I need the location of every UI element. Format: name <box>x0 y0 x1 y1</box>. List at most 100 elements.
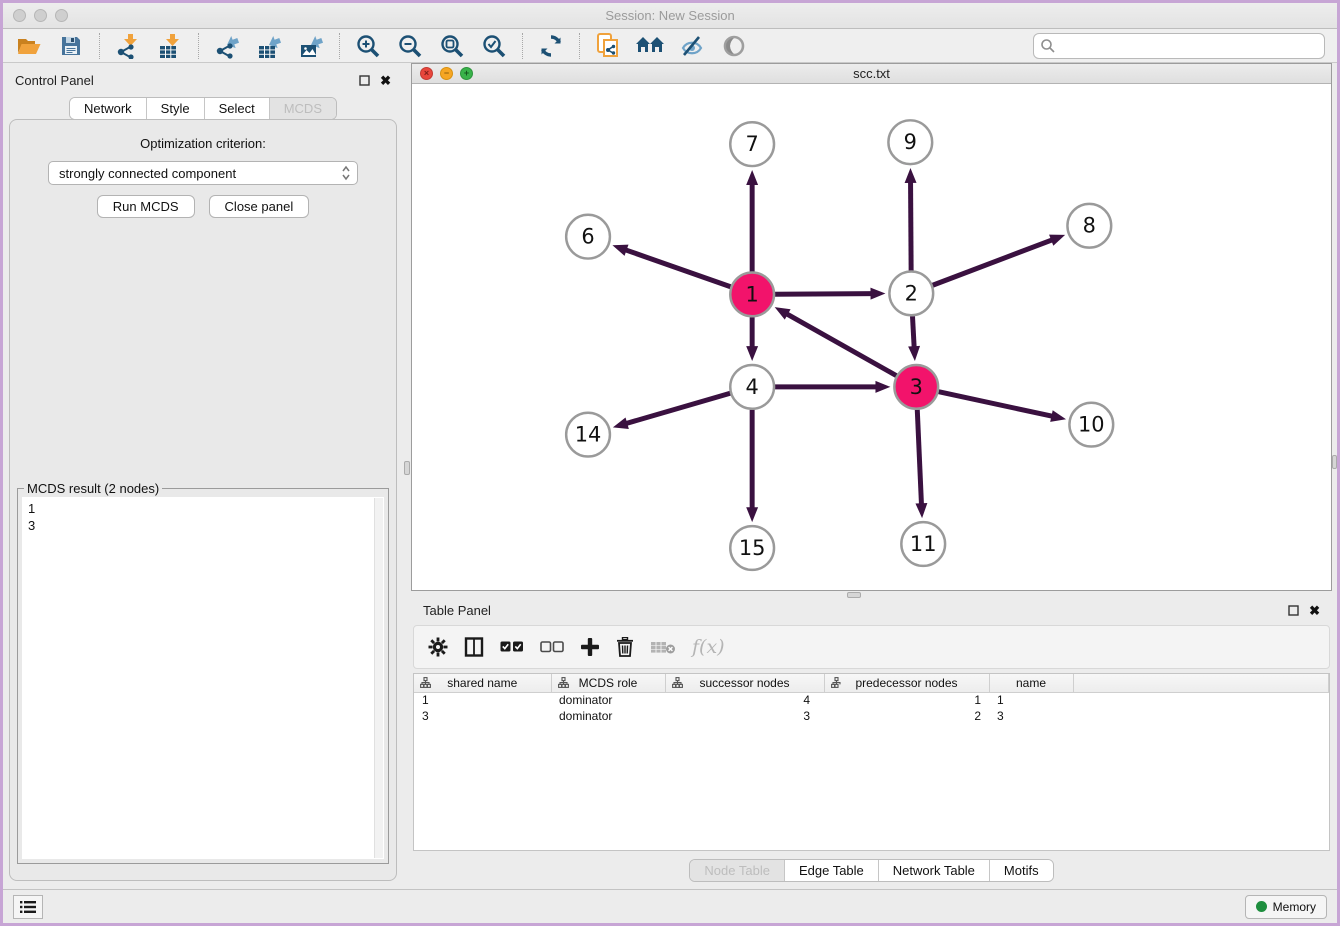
float-table-panel-icon[interactable] <box>1288 605 1299 616</box>
splitter-grip[interactable] <box>404 461 410 475</box>
edge-2-9[interactable] <box>911 181 912 271</box>
table-row[interactable]: 1dominator411 <box>414 692 1329 708</box>
table-cell[interactable]: dominator <box>551 708 665 724</box>
edge-3-11[interactable] <box>917 409 921 505</box>
table-cell[interactable]: 3 <box>414 708 551 724</box>
close-table-panel-icon[interactable]: ✖ <box>1309 604 1320 617</box>
clone-network-icon[interactable] <box>590 31 626 61</box>
table-cell[interactable]: 1 <box>989 692 1073 708</box>
table-cell[interactable]: 3 <box>665 708 824 724</box>
tab-mcds[interactable]: MCDS <box>270 98 336 119</box>
node-7[interactable]: 7 <box>730 122 774 166</box>
edge-arrowhead <box>613 417 629 428</box>
node-15[interactable]: 15 <box>730 526 774 570</box>
edge-3-1[interactable] <box>786 313 896 375</box>
column-header-shared-name[interactable]: shared name <box>414 674 551 692</box>
node-10[interactable]: 10 <box>1069 403 1113 447</box>
memory-button[interactable]: Memory <box>1245 895 1327 919</box>
tab-node-table[interactable]: Node Table <box>690 860 785 881</box>
tab-select[interactable]: Select <box>205 98 270 119</box>
tab-style[interactable]: Style <box>147 98 205 119</box>
result-scrollbar[interactable] <box>374 498 383 858</box>
splitter-grip[interactable] <box>847 592 861 598</box>
node-14[interactable]: 14 <box>566 412 610 456</box>
network-window-titlebar: × − + scc.txt <box>412 64 1331 84</box>
birdseye-view-icon[interactable] <box>716 31 752 61</box>
mcds-result-text[interactable]: 1 3 <box>22 497 384 859</box>
add-row-icon[interactable] <box>580 637 600 657</box>
table-cell[interactable]: 1 <box>824 692 989 708</box>
right-splitter-grip[interactable] <box>1332 455 1337 469</box>
close-panel-button[interactable]: Close panel <box>209 195 310 218</box>
table-cell[interactable]: dominator <box>551 692 665 708</box>
save-session-icon[interactable] <box>53 31 89 61</box>
node-8[interactable]: 8 <box>1067 204 1111 248</box>
table-cell[interactable]: 2 <box>824 708 989 724</box>
select-all-rows-icon[interactable] <box>500 641 524 653</box>
unselect-all-rows-icon[interactable] <box>540 641 564 653</box>
edge-arrowhead <box>746 507 758 522</box>
table-cell[interactable]: 1 <box>414 692 551 708</box>
home-icon[interactable] <box>632 31 668 61</box>
edge-3-10[interactable] <box>939 391 1054 416</box>
tab-network[interactable]: Network <box>70 98 147 119</box>
node-label: 11 <box>910 532 937 556</box>
network-graph[interactable]: 7 9 6 8 1 2 4 3 14 10 15 11 <box>412 84 1331 590</box>
control-panel-title: Control Panel <box>15 73 94 88</box>
table-cell[interactable]: 3 <box>989 708 1073 724</box>
edge-arrowhead <box>1050 410 1066 422</box>
import-network-icon[interactable] <box>110 31 146 61</box>
column-header-name[interactable]: name <box>989 674 1073 692</box>
node-11[interactable]: 11 <box>901 522 945 566</box>
zoom-out-icon[interactable] <box>392 31 428 61</box>
column-header-mcds-role[interactable]: MCDS role <box>551 674 665 692</box>
node-6[interactable]: 6 <box>566 215 610 259</box>
apply-preferred-layout-icon[interactable] <box>533 31 569 61</box>
show-column-icon[interactable] <box>464 637 484 657</box>
open-session-icon[interactable] <box>11 31 47 61</box>
tab-edge-table[interactable]: Edge Table <box>785 860 879 881</box>
search-input[interactable] <box>1056 38 1318 53</box>
node-3[interactable]: 3 <box>894 365 938 409</box>
horizontal-splitter[interactable] <box>411 591 1332 599</box>
memory-status-icon <box>1256 901 1267 912</box>
edge-2-3[interactable] <box>912 316 914 348</box>
node-9[interactable]: 9 <box>888 120 932 164</box>
tab-network-table[interactable]: Network Table <box>879 860 990 881</box>
import-table-icon[interactable] <box>152 31 188 61</box>
node-4[interactable]: 4 <box>730 365 774 409</box>
vertical-splitter[interactable] <box>403 63 411 889</box>
settings-gear-icon[interactable] <box>428 637 448 657</box>
show-graphics-details-icon[interactable] <box>674 31 710 61</box>
table-cell[interactable]: 4 <box>665 692 824 708</box>
dropdown-stepper-icon <box>341 165 351 181</box>
table-row[interactable]: 3dominator323 <box>414 708 1329 724</box>
zoom-selected-icon[interactable] <box>476 31 512 61</box>
table-cell[interactable] <box>1073 692 1329 708</box>
close-panel-icon[interactable]: ✖ <box>380 74 391 87</box>
mcds-result-line: 3 <box>28 517 378 534</box>
tab-motifs[interactable]: Motifs <box>990 860 1053 881</box>
export-table-icon[interactable] <box>251 31 287 61</box>
delete-row-icon[interactable] <box>616 637 634 657</box>
column-header-successor-nodes[interactable]: successor nodes <box>665 674 824 692</box>
export-network-icon[interactable] <box>209 31 245 61</box>
zoom-fit-icon[interactable] <box>434 31 470 61</box>
zoom-in-icon[interactable] <box>350 31 386 61</box>
edge-2-8[interactable] <box>933 239 1053 285</box>
column-header-predecessor-nodes[interactable]: predecessor nodes <box>824 674 989 692</box>
edge-1-6[interactable] <box>625 249 731 286</box>
node-2[interactable]: 2 <box>889 271 933 315</box>
export-image-icon[interactable] <box>293 31 329 61</box>
list-icon <box>20 900 36 914</box>
edge-4-14[interactable] <box>625 393 730 424</box>
run-mcds-button[interactable]: Run MCDS <box>97 195 195 218</box>
node-1[interactable]: 1 <box>730 272 774 316</box>
criterion-dropdown[interactable]: strongly connected component <box>48 161 358 185</box>
network-canvas[interactable]: 7 9 6 8 1 2 4 3 14 10 15 11 <box>412 84 1331 590</box>
panel-menu-button[interactable] <box>13 895 43 919</box>
mcds-panel-body: Optimization criterion: strongly connect… <box>9 119 397 881</box>
float-panel-icon[interactable] <box>359 75 370 86</box>
table-cell[interactable] <box>1073 708 1329 724</box>
edge-1-2[interactable] <box>775 293 872 294</box>
